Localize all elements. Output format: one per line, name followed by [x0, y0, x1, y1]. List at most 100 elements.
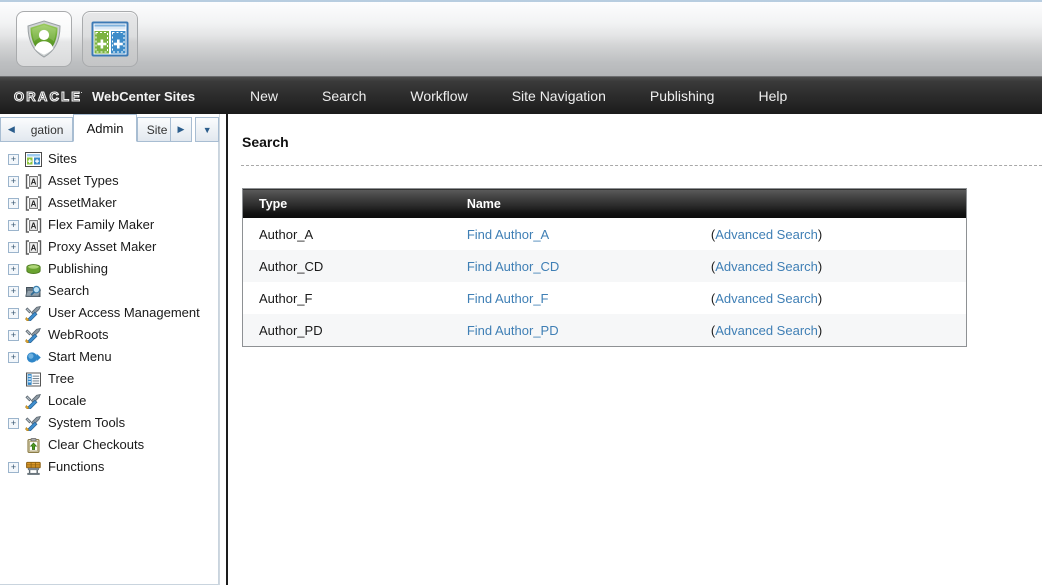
- table-row: Author_PD Find Author_PD (Advanced Searc…: [242, 314, 967, 347]
- tree-item-asset-types[interactable]: + A Asset Types: [0, 170, 218, 192]
- tree-item-assetmaker[interactable]: + A AssetMaker: [0, 192, 218, 214]
- paren-close: ): [817, 290, 823, 306]
- tree-item-search[interactable]: + Search: [0, 280, 218, 302]
- tools-icon: [25, 327, 42, 344]
- table-body: Author_A Find Author_A (Advanced Search)…: [242, 218, 967, 347]
- tree-icon: [25, 371, 42, 388]
- tools-icon: [25, 415, 42, 432]
- tree-item-label: AssetMaker: [48, 195, 117, 210]
- column-header-type[interactable]: Type: [242, 188, 451, 218]
- tree-item-clear-checkouts[interactable]: Clear Checkouts: [0, 434, 218, 456]
- oracle-logo: ORACLE: [13, 88, 83, 104]
- find-asset-link[interactable]: Find Author_PD: [467, 323, 559, 338]
- find-asset-link[interactable]: Find Author_CD: [467, 259, 560, 274]
- tree-item-publishing[interactable]: + Publishing: [0, 258, 218, 280]
- tab-list-dropdown-icon[interactable]: ▼: [195, 117, 220, 142]
- tree-item-label: Clear Checkouts: [48, 437, 145, 452]
- cell-advanced-search: (Advanced Search): [694, 282, 967, 314]
- expander-icon[interactable]: +: [8, 307, 19, 319]
- expander-icon[interactable]: +: [8, 241, 19, 253]
- tab-site[interactable]: Site: [136, 117, 171, 142]
- tree-item-flex-family-maker[interactable]: + A Flex Family Maker: [0, 214, 218, 236]
- tree-item-start-menu[interactable]: + Start Menu: [0, 346, 218, 368]
- split-window-button[interactable]: [82, 11, 138, 67]
- paren-close: ): [817, 322, 823, 338]
- publishing-icon: [25, 261, 42, 278]
- tab-scroll-right-icon[interactable]: ▶: [170, 117, 193, 142]
- toolbar-button-group: [16, 11, 138, 67]
- tab-strip: ◀ gation Admin Site ▶ ▼: [0, 114, 220, 142]
- tree-item-label: Proxy Asset Maker: [48, 239, 157, 254]
- find-asset-link[interactable]: Find Author_F: [467, 291, 549, 306]
- advanced-search-link[interactable]: Advanced Search: [715, 227, 818, 242]
- menu-item-new[interactable]: New: [228, 77, 300, 115]
- functions-icon: [25, 459, 42, 476]
- menu-item-workflow[interactable]: Workflow: [388, 77, 489, 115]
- column-header-name[interactable]: Name: [450, 188, 695, 218]
- expander-icon[interactable]: +: [8, 219, 19, 231]
- cell-type: Author_A: [242, 218, 451, 250]
- tab-scroll-left-icon[interactable]: ◀: [0, 117, 22, 142]
- find-asset-link[interactable]: Find Author_A: [467, 227, 549, 242]
- tab-site-navigation[interactable]: gation: [21, 117, 74, 142]
- tree-item-locale[interactable]: Locale: [0, 390, 218, 412]
- tree-item-label: Start Menu: [48, 349, 112, 364]
- table-row: Author_F Find Author_F (Advanced Search): [242, 282, 967, 314]
- brand-menu-bar: ORACLE · WebCenter Sites New Search Work…: [0, 76, 1042, 114]
- tree-item-system-tools[interactable]: + System Tools: [0, 412, 218, 434]
- tab-admin[interactable]: Admin: [73, 114, 137, 142]
- menu-item-help[interactable]: Help: [736, 77, 809, 115]
- split-window-icon: [91, 21, 129, 57]
- cell-name: Find Author_F: [450, 282, 695, 314]
- expander-placeholder: [8, 374, 19, 385]
- menu-item-site-navigation[interactable]: Site Navigation: [490, 77, 628, 115]
- advanced-search-link[interactable]: Advanced Search: [715, 291, 818, 306]
- tree-item-tree[interactable]: Tree: [0, 368, 218, 390]
- expander-icon[interactable]: +: [8, 285, 19, 297]
- advanced-search-link[interactable]: Advanced Search: [715, 259, 818, 274]
- tree-item-user-access-management[interactable]: + User Access Management: [0, 302, 218, 324]
- page-title: Search: [242, 134, 289, 150]
- tree-item-webroots[interactable]: + WebRoots: [0, 324, 218, 346]
- left-panel: ◀ gation Admin Site ▶ ▼ + Sites + A Asse…: [0, 114, 220, 585]
- cell-advanced-search: (Advanced Search): [694, 314, 967, 347]
- cell-type: Author_CD: [242, 250, 451, 282]
- top-toolbar: [0, 0, 1042, 76]
- expander-icon[interactable]: +: [8, 263, 19, 275]
- column-header-actions: [694, 188, 967, 218]
- menu-item-search[interactable]: Search: [300, 77, 388, 115]
- expander-icon[interactable]: +: [8, 175, 19, 187]
- main-content: Search Type Name Author_A Find Author_A …: [228, 114, 1042, 585]
- tree-item-label: Functions: [48, 459, 105, 474]
- sites-icon: [25, 151, 42, 168]
- tree-item-functions[interactable]: + Functions: [0, 456, 218, 478]
- expander-icon[interactable]: +: [8, 197, 19, 209]
- expander-icon[interactable]: +: [8, 351, 19, 363]
- table-header-row: Type Name: [242, 188, 967, 218]
- expander-icon[interactable]: +: [8, 329, 19, 341]
- menu-item-publishing[interactable]: Publishing: [628, 77, 737, 115]
- table-row: Author_CD Find Author_CD (Advanced Searc…: [242, 250, 967, 282]
- expander-icon[interactable]: +: [8, 461, 19, 473]
- expander-placeholder: [8, 440, 19, 451]
- cell-name: Find Author_A: [450, 218, 695, 250]
- oracle-registered-mark: ·: [80, 87, 83, 97]
- tree-item-sites[interactable]: + Sites: [0, 148, 218, 170]
- tree-item-label: Search: [48, 283, 90, 298]
- table-row: Author_A Find Author_A (Advanced Search): [242, 218, 967, 250]
- expander-icon[interactable]: +: [8, 417, 19, 429]
- admin-tree: + Sites + A Asset Types + A AssetMaker +…: [0, 142, 219, 585]
- tree-item-label: Flex Family Maker: [48, 217, 155, 232]
- asset-type-icon: A: [25, 217, 42, 234]
- security-shield-button[interactable]: [16, 11, 72, 67]
- tree-item-label: Publishing: [48, 261, 108, 276]
- advanced-search-link[interactable]: Advanced Search: [715, 323, 818, 338]
- title-divider: [241, 165, 1042, 166]
- tools-icon: [25, 393, 42, 410]
- expander-icon[interactable]: +: [8, 153, 19, 165]
- tree-item-label: Asset Types: [48, 173, 119, 188]
- paren-close: ): [817, 226, 823, 242]
- product-name: WebCenter Sites: [92, 89, 196, 104]
- cell-advanced-search: (Advanced Search): [694, 218, 967, 250]
- tree-item-proxy-asset-maker[interactable]: + A Proxy Asset Maker: [0, 236, 218, 258]
